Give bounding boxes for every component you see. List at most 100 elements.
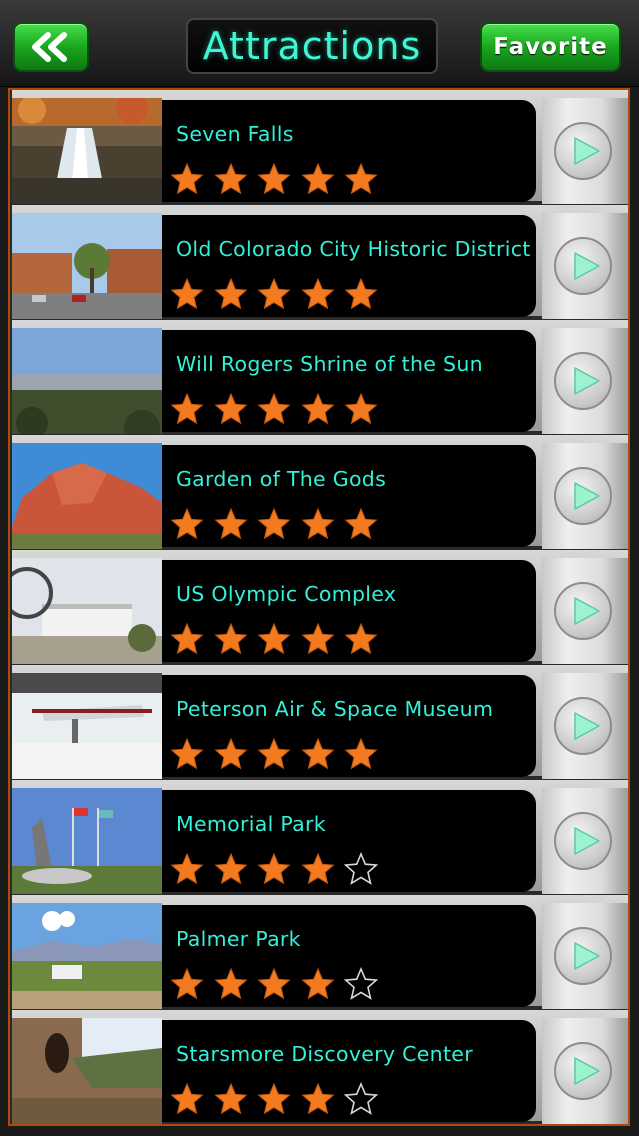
attraction-info-panel: Old Colorado City Historic District bbox=[162, 215, 536, 317]
open-detail-button[interactable] bbox=[554, 697, 612, 755]
star-rating bbox=[170, 737, 388, 773]
star-filled-icon bbox=[344, 622, 378, 655]
star-filled-icon bbox=[170, 507, 204, 540]
star-filled-icon bbox=[257, 277, 291, 310]
star-filled-icon bbox=[213, 967, 248, 1000]
attraction-thumbnail bbox=[12, 788, 162, 894]
star-filled-icon bbox=[213, 507, 248, 540]
open-detail-button[interactable] bbox=[554, 237, 612, 295]
play-arrow-icon bbox=[573, 827, 600, 855]
list-item[interactable]: Old Colorado City Historic District bbox=[12, 205, 628, 319]
list-item[interactable]: Starsmore Discovery Center bbox=[12, 1010, 628, 1124]
attraction-thumbnail bbox=[12, 213, 162, 319]
star-filled-icon bbox=[257, 852, 291, 885]
star-rating bbox=[170, 392, 388, 428]
star-rating bbox=[170, 162, 388, 198]
list-item[interactable]: Seven Falls bbox=[12, 90, 628, 204]
attraction-thumbnail bbox=[12, 328, 162, 434]
star-filled-icon bbox=[213, 277, 248, 310]
open-detail-button[interactable] bbox=[554, 1042, 612, 1100]
list-item[interactable]: Memorial Park bbox=[12, 780, 628, 894]
attraction-info-panel: Garden of The Gods bbox=[162, 445, 536, 547]
star-rating bbox=[170, 852, 388, 888]
star-filled-icon bbox=[213, 622, 248, 655]
star-filled-icon bbox=[344, 392, 378, 425]
star-filled-icon bbox=[300, 967, 335, 1000]
attraction-thumbnail bbox=[12, 673, 162, 779]
play-arrow-icon bbox=[573, 1057, 600, 1085]
open-detail-button[interactable] bbox=[554, 927, 612, 985]
attraction-thumbnail bbox=[12, 903, 162, 1009]
star-filled-icon bbox=[170, 392, 204, 425]
star-filled-icon bbox=[300, 162, 335, 195]
play-arrow-icon bbox=[573, 482, 600, 510]
star-filled-icon bbox=[170, 162, 204, 195]
star-rating bbox=[170, 622, 388, 658]
list-item[interactable]: US Olympic Complex bbox=[12, 550, 628, 664]
list-item[interactable]: Palmer Park bbox=[12, 895, 628, 1009]
back-button[interactable] bbox=[13, 22, 89, 72]
detail-button-cell bbox=[542, 328, 628, 434]
favorite-button[interactable]: Favorite bbox=[480, 22, 621, 72]
star-filled-icon bbox=[300, 277, 335, 310]
attraction-thumbnail bbox=[12, 443, 162, 549]
open-detail-button[interactable] bbox=[554, 812, 612, 870]
star-filled-icon bbox=[213, 162, 248, 195]
star-filled-icon bbox=[300, 852, 335, 885]
list-item[interactable]: Peterson Air & Space Museum bbox=[12, 665, 628, 779]
star-filled-icon bbox=[300, 1082, 335, 1115]
detail-button-cell bbox=[542, 213, 628, 319]
star-filled-icon bbox=[170, 277, 204, 310]
star-filled-icon bbox=[213, 1082, 248, 1115]
attraction-info-panel: Seven Falls bbox=[162, 100, 536, 202]
attraction-thumbnail bbox=[12, 1018, 162, 1124]
star-filled-icon bbox=[170, 622, 204, 655]
play-arrow-icon bbox=[573, 712, 600, 740]
star-filled-icon bbox=[344, 507, 378, 540]
attraction-name: Peterson Air & Space Museum bbox=[176, 697, 494, 721]
star-filled-icon bbox=[257, 162, 291, 195]
star-rating bbox=[170, 1082, 388, 1118]
star-filled-icon bbox=[344, 737, 378, 770]
open-detail-button[interactable] bbox=[554, 582, 612, 640]
detail-button-cell bbox=[542, 558, 628, 664]
star-filled-icon bbox=[257, 507, 291, 540]
play-arrow-icon bbox=[573, 252, 600, 280]
attraction-thumbnail bbox=[12, 558, 162, 664]
detail-button-cell bbox=[542, 788, 628, 894]
play-arrow-icon bbox=[573, 597, 600, 625]
favorite-button-label: Favorite bbox=[493, 34, 608, 60]
open-detail-button[interactable] bbox=[554, 467, 612, 525]
attraction-info-panel: Starsmore Discovery Center bbox=[162, 1020, 536, 1122]
double-chevron-left-icon bbox=[32, 32, 67, 62]
star-filled-icon bbox=[213, 737, 248, 770]
star-filled-icon bbox=[213, 852, 248, 885]
open-detail-button[interactable] bbox=[554, 352, 612, 410]
attraction-info-panel: Will Rogers Shrine of the Sun bbox=[162, 330, 536, 432]
attraction-name: Memorial Park bbox=[176, 812, 326, 836]
open-detail-button[interactable] bbox=[554, 122, 612, 180]
list-item[interactable]: Garden of The Gods bbox=[12, 435, 628, 549]
star-empty-icon bbox=[344, 967, 378, 1000]
star-filled-icon bbox=[300, 622, 335, 655]
star-filled-icon bbox=[344, 277, 378, 310]
attraction-name: Old Colorado City Historic District bbox=[176, 237, 531, 261]
attractions-list[interactable]: Seven Falls Old Colorado City Historic D… bbox=[8, 88, 630, 1126]
detail-button-cell bbox=[542, 673, 628, 779]
attraction-name: Palmer Park bbox=[176, 927, 301, 951]
star-filled-icon bbox=[257, 737, 291, 770]
star-rating bbox=[170, 967, 388, 1003]
play-arrow-icon bbox=[573, 942, 600, 970]
play-arrow-icon bbox=[573, 137, 600, 165]
star-filled-icon bbox=[300, 737, 335, 770]
star-filled-icon bbox=[170, 967, 204, 1000]
attraction-info-panel: Memorial Park bbox=[162, 790, 536, 892]
list-item[interactable]: Will Rogers Shrine of the Sun bbox=[12, 320, 628, 434]
star-filled-icon bbox=[257, 967, 291, 1000]
detail-button-cell bbox=[542, 98, 628, 204]
star-empty-icon bbox=[344, 852, 378, 885]
star-filled-icon bbox=[300, 392, 335, 425]
page-title-box: Attractions bbox=[186, 18, 438, 74]
attraction-name: Garden of The Gods bbox=[176, 467, 387, 491]
detail-button-cell bbox=[542, 443, 628, 549]
